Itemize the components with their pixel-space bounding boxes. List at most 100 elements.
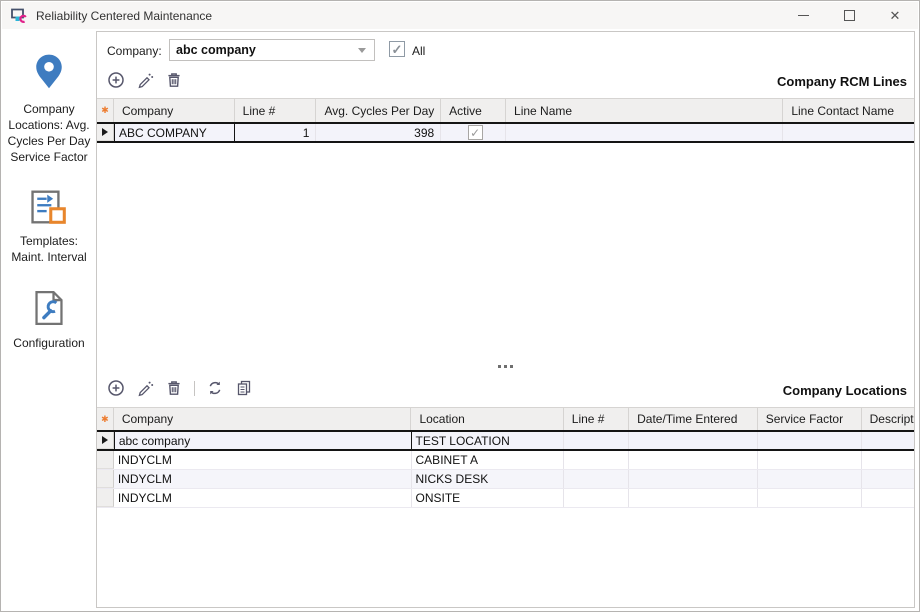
column-header-line-name[interactable]: Line Name [506,99,783,122]
cell-location[interactable]: TEST LOCATION [412,432,564,449]
company-dropdown[interactable]: abc company [169,39,375,61]
cell-company[interactable]: INDYCLM [114,470,412,488]
row-indicator [97,489,114,507]
sidebar-item-company-locations[interactable]: Company Locations: Avg. Cycles Per Day S… [5,53,93,165]
sidebar-item-templates[interactable]: Templates: Maint. Interval [5,189,93,265]
column-header-avg-cycles[interactable]: Avg. Cycles Per Day [316,99,441,122]
cell-date-entered[interactable] [629,470,758,488]
cell-active[interactable]: ✓ [441,124,506,141]
cell-line-no[interactable] [564,489,629,507]
column-header-company[interactable]: Company [114,408,412,430]
active-checkbox[interactable]: ✓ [468,125,483,140]
cell-description[interactable] [862,470,915,488]
column-header-company[interactable]: Company [114,99,235,122]
cell-company[interactable]: INDYCLM [114,489,412,507]
cell-line-name[interactable] [506,124,783,141]
cell-description[interactable] [862,451,915,469]
cell-line-contact[interactable] [783,124,915,141]
row-indicator-icon [102,436,108,444]
sidebar-item-configuration[interactable]: Configuration [5,289,93,351]
row-indicator-icon [102,128,108,136]
cell-company[interactable]: abc company [114,432,412,449]
cell-avg-cycles[interactable]: 398 [316,124,441,141]
templates-icon [29,189,69,230]
locations-title: Company Locations [783,383,907,398]
splitter-dots-icon [504,365,507,368]
cell-description[interactable] [862,489,915,507]
main-panel: Company: abc company ✓ All Company RCM L… [96,31,915,608]
edit-icon [136,379,154,397]
column-header-description[interactable]: Description [862,408,915,430]
minimize-button[interactable] [780,2,826,29]
cell-service-factor[interactable] [758,432,862,449]
delete-icon [165,71,183,89]
locations-grid: ✱ Company Location Line # Date/Time Ente… [97,407,915,508]
close-button[interactable]: ✕ [872,2,918,29]
asterisk-icon: ✱ [101,414,109,425]
row-indicator [97,470,114,488]
cell-company[interactable]: ABC COMPANY [114,124,235,141]
rcm-lines-grid: ✱ Company Line # Avg. Cycles Per Day Act… [97,98,915,143]
refresh-button[interactable] [206,379,224,397]
add-button[interactable] [107,379,125,397]
cell-date-entered[interactable] [629,451,758,469]
copy-button[interactable] [235,379,253,397]
cell-service-factor[interactable] [758,451,862,469]
company-filter-label: Company: [107,44,162,58]
cell-date-entered[interactable] [629,489,758,507]
cell-service-factor[interactable] [758,470,862,488]
column-header-active[interactable]: Active [441,99,506,122]
asterisk-icon: ✱ [101,105,109,116]
cell-service-factor[interactable] [758,489,862,507]
window-controls: ✕ [780,2,918,29]
add-button[interactable] [107,71,125,89]
all-checkbox[interactable]: ✓ [389,41,405,57]
edit-button[interactable] [136,71,154,89]
app-window: Reliability Centered Maintenance ✕ Compa… [0,0,920,612]
location-pin-icon [32,53,66,98]
cell-location[interactable]: NICKS DESK [412,470,564,488]
cell-line-no[interactable] [564,432,629,449]
refresh-icon [206,379,224,397]
add-icon [107,379,125,397]
table-row[interactable]: INDYCLM CABINET A [97,451,915,470]
rcm-lines-title: Company RCM Lines [777,74,907,89]
window-title: Reliability Centered Maintenance [36,9,212,23]
splitter-handle[interactable] [97,362,914,370]
cell-company[interactable]: INDYCLM [114,451,412,469]
cell-date-entered[interactable] [629,432,758,449]
table-row[interactable]: INDYCLM ONSITE [97,489,915,508]
edit-button[interactable] [136,379,154,397]
delete-button[interactable] [165,71,183,89]
column-header-line-contact[interactable]: Line Contact Name [783,99,915,122]
cell-line-no[interactable]: 1 [235,124,317,141]
cell-location[interactable]: CABINET A [412,451,564,469]
column-header-line-no[interactable]: Line # [235,99,317,122]
delete-button[interactable] [165,379,183,397]
cell-description[interactable] [862,432,915,449]
indicator-column-header[interactable]: ✱ [97,408,114,430]
maximize-button[interactable] [826,2,872,29]
locations-grid-header: ✱ Company Location Line # Date/Time Ente… [97,407,915,432]
close-icon: ✕ [890,9,901,22]
maximize-icon [844,10,855,21]
indicator-column-header[interactable]: ✱ [97,99,114,122]
row-indicator [97,432,114,449]
title-bar: Reliability Centered Maintenance ✕ [2,2,918,29]
sidebar-item-label: Company Locations: Avg. Cycles Per Day S… [5,101,93,165]
add-icon [107,71,125,89]
cell-location[interactable]: ONSITE [412,489,564,507]
table-row[interactable]: ABC COMPANY 1 398 ✓ [97,124,915,143]
all-checkbox-label: All [412,44,425,58]
table-row[interactable]: INDYCLM NICKS DESK [97,470,915,489]
edit-icon [136,71,154,89]
cell-line-no[interactable] [564,451,629,469]
app-icon [10,7,28,24]
column-header-line-no[interactable]: Line # [564,408,629,430]
column-header-location[interactable]: Location [411,408,563,430]
column-header-service-factor[interactable]: Service Factor [758,408,862,430]
cell-line-no[interactable] [564,470,629,488]
table-row[interactable]: abc company TEST LOCATION [97,432,915,451]
column-header-date-entered[interactable]: Date/Time Entered [629,408,758,430]
checkbox-checked-icon: ✓ [392,43,403,56]
